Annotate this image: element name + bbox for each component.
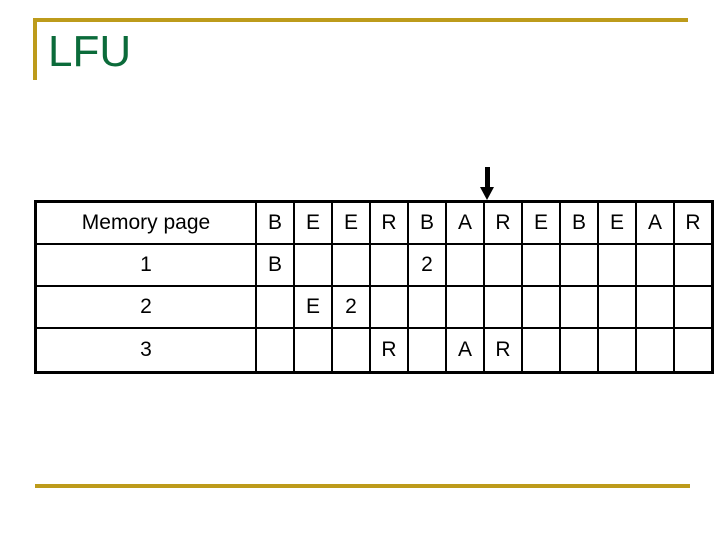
arrow-down-icon [480,167,494,201]
frame-cell-r1-c6 [445,242,485,287]
frame-cell-r2-c12 [673,284,714,329]
reference-cell-12: R [673,200,714,245]
frame-cell-r2-c4 [369,284,409,329]
frame-cell-r2-c8 [521,284,561,329]
frame-cell-r2-c3: 2 [331,284,371,329]
reference-cell-6: A [445,200,485,245]
frame-cell-r2-c6 [445,284,485,329]
frame-cell-r3-c1 [255,326,295,374]
reference-cell-5: B [407,200,447,245]
frame-cell-r3-c11 [635,326,675,374]
reference-cell-1: B [255,200,295,245]
frame-cell-r1-c7 [483,242,523,287]
frame-cell-r3-c5 [407,326,447,374]
frame-cell-r3-c12 [673,326,714,374]
frame-cell-r1-c12 [673,242,714,287]
header-label-cell: Memory page [34,200,257,245]
frame-cell-r3-c10 [597,326,637,374]
frame-cell-r2-c10 [597,284,637,329]
frame-cell-r1-c8 [521,242,561,287]
frame-cell-r2-c2: E [293,284,333,329]
memory-page-table: Memory page BEERBAREBEAR 1B22E23RAR [34,200,714,374]
page-title: LFU [48,27,132,76]
frame-cell-r1-c9 [559,242,599,287]
reference-cell-2: E [293,200,333,245]
reference-cell-4: R [369,200,409,245]
frame-label-cell: 2 [34,284,257,329]
table-row: 3 RAR [34,326,714,374]
frame-cell-r3-c2 [293,326,333,374]
frame-cell-r1-c10 [597,242,637,287]
frame-cell-r2-c5 [407,284,447,329]
table-header-row: Memory page BEERBAREBEAR [34,200,714,245]
frame-label-cell: 1 [34,242,257,287]
reference-cell-9: B [559,200,599,245]
reference-cell-10: E [597,200,637,245]
frame-cell-r2-c1 [255,284,295,329]
frame-cell-r3-c9 [559,326,599,374]
frame-cell-r3-c7: R [483,326,523,374]
reference-cell-11: A [635,200,675,245]
accent-top-line [33,18,688,22]
frame-label-cell: 3 [34,326,257,374]
frame-cell-r3-c6: A [445,326,485,374]
frame-cell-r1-c1: B [255,242,295,287]
reference-cell-3: E [331,200,371,245]
frame-cell-r1-c3 [331,242,371,287]
frame-cell-r2-c9 [559,284,599,329]
frame-cell-r2-c7 [483,284,523,329]
slide-canvas: LFU Memory page BEERBAREBEAR 1B22E23RAR [0,0,720,540]
accent-left-bar [33,18,37,80]
arrow-head [480,187,494,200]
reference-cell-8: E [521,200,561,245]
table-row: 1B 2 [34,242,714,287]
frame-cell-r1-c5: 2 [407,242,447,287]
frame-cell-r3-c8 [521,326,561,374]
frame-cell-r2-c11 [635,284,675,329]
reference-cell-7: R [483,200,523,245]
frame-cell-r1-c11 [635,242,675,287]
frame-cell-r1-c4 [369,242,409,287]
frame-cell-r3-c3 [331,326,371,374]
arrow-shaft [485,167,490,189]
table-body: Memory page BEERBAREBEAR 1B22E23RAR [34,200,714,374]
table-row: 2E2 [34,284,714,329]
frame-cell-r1-c2 [293,242,333,287]
frame-cell-r3-c4: R [369,326,409,374]
accent-bottom-line [35,484,690,488]
